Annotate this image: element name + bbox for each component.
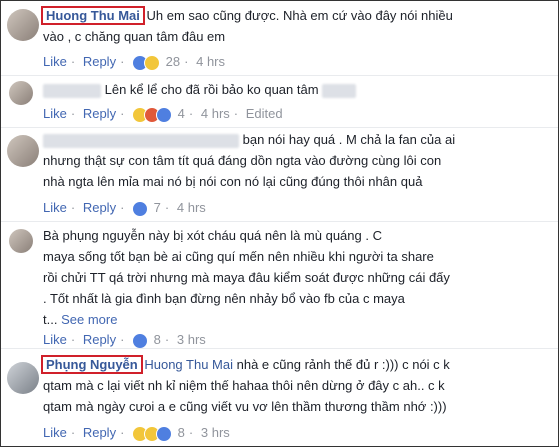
reaction-count: 8 [153,332,161,347]
avatar[interactable] [9,81,33,105]
reaction-count: 8 [177,425,185,440]
like-reaction-icon [156,426,173,443]
comment-text: maya sống tốt bạn bè ai cũng quí mến nên… [43,249,434,264]
reactions[interactable] [132,425,173,443]
comment-actions: Like · Reply · 8 · 3 hrs [43,331,206,350]
reply-button[interactable]: Reply [83,200,116,215]
redacted-name [43,133,239,148]
redacted-name [43,83,101,98]
like-button[interactable]: Like [43,200,67,215]
like-button[interactable]: Like [43,425,67,440]
comment-text: qtam mà ngày cưoi a e cũng viết vu vơ lê… [43,399,447,414]
avatar[interactable] [9,229,33,253]
commenter-name[interactable]: Huong Thu Mai [41,6,145,25]
comment-actions: Like · Reply · 8 · 3 hrs [43,424,230,443]
reply-button[interactable]: Reply [83,54,116,69]
comment-text: t... [43,312,58,327]
reply-button[interactable]: Reply [83,332,116,347]
like-button[interactable]: Like [43,106,67,121]
reactions[interactable] [132,200,149,218]
comment-thread: Huong Thu Mai Uh em sao cũng được. Nhà e… [0,0,559,447]
like-reaction-icon [156,107,173,124]
reactions[interactable] [132,332,149,350]
comment-text: . Tốt nhất là gia đình bạn đừng nên nhảy… [43,291,405,306]
comment-text: nhưng thật sự con tâm tít quá đáng dồn n… [43,153,442,168]
timestamp[interactable]: 3 hrs [201,425,230,440]
timestamp[interactable]: 4 hrs [177,200,206,215]
timestamp[interactable]: 3 hrs [177,332,206,347]
like-reaction-icon [132,201,149,218]
comment-text: Lên kể lể cho đã rồi bảo ko quan tâm [104,82,319,97]
comment-text: Bà phụng nguyễn này bị xót cháu quá nên … [43,228,382,243]
avatar[interactable] [7,9,39,41]
comment-text: rồi chửi TT qá trời nhưng mà maya đâu ki… [43,270,450,285]
comment-text: nhà e cũng rảnh thế đủ r :))) c nói c k [236,357,450,372]
comment-actions: Like · Reply · 7 · 4 hrs [43,199,206,218]
comment-actions: Like · Reply · 4 · 4 hrs · Edited [43,105,283,124]
reactions[interactable] [132,54,161,72]
comment-text: vào , c chăng quan tâm đâu em [43,29,226,44]
like-button[interactable]: Like [43,54,67,69]
like-button[interactable]: Like [43,332,67,347]
edited-label[interactable]: Edited [246,106,283,121]
reaction-count: 7 [153,200,161,215]
haha-reaction-icon [144,55,161,72]
comment-text: nhà ngta lên mỉa mai nó bị nói con nó lạ… [43,174,423,189]
reaction-count: 4 [177,106,185,121]
reply-button[interactable]: Reply [83,106,116,121]
comment-actions: Like · Reply · 28 · 4 hrs [43,53,225,72]
comment-text: qtam mà c lại viết nh kỉ niệm thế hahaa … [43,378,445,393]
reply-button[interactable]: Reply [83,425,116,440]
timestamp[interactable]: 4 hrs [196,54,225,69]
reaction-count: 28 [165,54,181,69]
divider [1,221,558,222]
divider [1,127,558,128]
comment-text: Uh em sao cũng được. Nhà em cứ vào đây n… [146,8,453,23]
commenter-name[interactable]: Phụng Nguyễn [41,355,143,374]
redacted-text [322,83,357,98]
divider [1,75,558,76]
see-more-link[interactable]: See more [61,312,117,327]
timestamp[interactable]: 4 hrs [201,106,230,121]
avatar[interactable] [7,135,39,167]
like-reaction-icon [132,333,149,350]
mention-link[interactable]: Huong Thu Mai [144,357,233,372]
comment-text: bạn nói hay quá . M chả la fan của ai [242,132,456,147]
reactions[interactable] [132,106,173,124]
avatar[interactable] [7,362,39,394]
divider [1,348,558,349]
